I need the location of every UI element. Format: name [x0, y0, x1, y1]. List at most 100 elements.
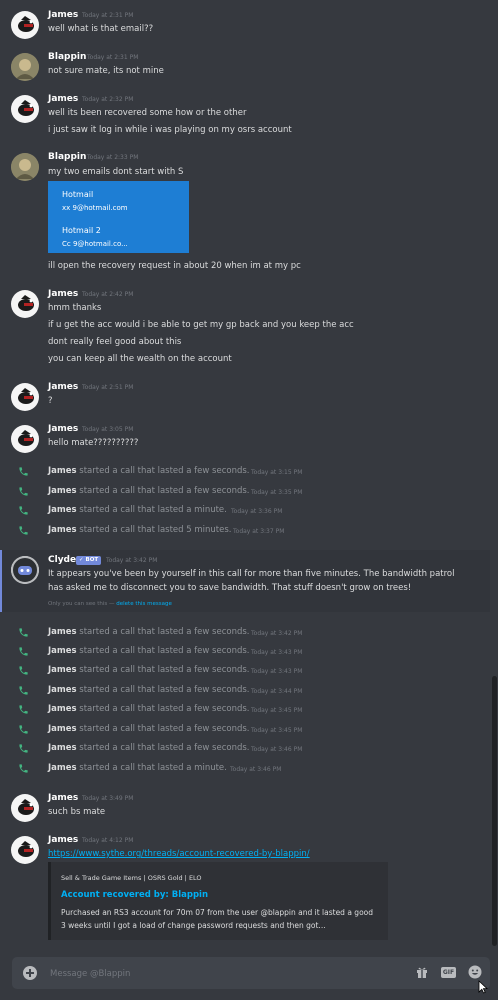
phone-icon — [19, 686, 28, 695]
clyde-avatar[interactable] — [11, 556, 39, 584]
phone-icon — [19, 725, 28, 734]
message-composer: GIF — [12, 957, 490, 989]
timestamp: Today at 3:05 PM — [82, 426, 134, 433]
author-name[interactable]: James — [48, 793, 78, 803]
message-text: hello mate?????????? — [48, 438, 139, 448]
call-author[interactable]: James — [48, 525, 77, 535]
message-text: ill open the recovery request in about 2… — [48, 261, 301, 271]
timestamp: Today at 3:46 PM — [230, 766, 282, 773]
gift-icon[interactable] — [416, 966, 428, 978]
phone-icon — [19, 526, 28, 535]
timestamp: Today at 3:44 PM — [251, 688, 303, 695]
call-text: started a call that lasted a few seconds… — [79, 466, 250, 476]
call-author[interactable]: James — [48, 627, 77, 637]
call-author[interactable]: James — [48, 685, 77, 695]
timestamp: Today at 3:37 PM — [233, 528, 285, 535]
gif-button[interactable]: GIF — [441, 967, 456, 978]
mouse-cursor-icon — [478, 980, 488, 994]
call-event: James started a call that lasted a few s… — [0, 721, 490, 739]
timestamp: Today at 2:31 PM — [87, 54, 139, 61]
call-text: started a call that lasted a few seconds… — [79, 486, 250, 496]
call-text: started a call that lasted a few seconds… — [79, 646, 250, 656]
timestamp: Today at 3:42 PM — [251, 630, 303, 637]
call-text: started a call that lasted a few seconds… — [79, 724, 250, 734]
phone-icon — [19, 467, 28, 476]
phone-icon — [19, 628, 28, 637]
author-name[interactable]: James — [48, 835, 78, 845]
avatar[interactable] — [11, 95, 39, 123]
account-email: xx 9@hotmail.com — [62, 204, 128, 212]
author-name[interactable]: Blappin — [48, 52, 86, 62]
avatar[interactable] — [11, 425, 39, 453]
avatar[interactable] — [11, 836, 39, 864]
thread-link[interactable]: https://www.sythe.org/threads/account-re… — [48, 849, 310, 859]
call-text: started a call that lasted a few seconds… — [79, 685, 250, 695]
author-name[interactable]: Blappin — [48, 152, 86, 162]
call-author[interactable]: James — [48, 763, 77, 773]
message-text: i just saw it log in while i was playing… — [48, 125, 292, 135]
emoji-icon[interactable] — [468, 965, 482, 979]
timestamp: Today at 2:31 PM — [82, 12, 134, 19]
timestamp: Today at 2:51 PM — [82, 384, 134, 391]
author-name[interactable]: Clyde — [48, 555, 76, 565]
author-name[interactable]: James — [48, 382, 78, 392]
call-event: James started a call that lasted a minut… — [0, 760, 490, 778]
link-embed: Sell & Trade Game Items | OSRS Gold | EL… — [48, 862, 388, 940]
email-screenshot-image[interactable]: Hotmail xx 9@hotmail.com Hotmail 2 Cc 9@… — [48, 181, 189, 253]
author-name[interactable]: James — [48, 289, 78, 299]
call-author[interactable]: James — [48, 724, 77, 734]
scrollbar[interactable] — [492, 676, 497, 946]
timestamp: Today at 3:45 PM — [251, 727, 303, 734]
call-event: James started a call that lasted 5 minut… — [0, 522, 490, 540]
author-name[interactable]: James — [48, 10, 78, 20]
call-event: James started a call that lasted a few s… — [0, 740, 490, 758]
timestamp: Today at 3:15 PM — [251, 469, 303, 476]
delete-message-link[interactable]: delete this message — [116, 601, 172, 607]
timestamp: Today at 3:43 PM — [251, 668, 303, 675]
call-event: James started a call that lasted a few s… — [0, 662, 490, 680]
embed-title[interactable]: Account recovered by: Blappin — [61, 890, 208, 900]
call-text: started a call that lasted a few seconds… — [79, 743, 250, 753]
call-text: started a call that lasted 5 minutes. — [79, 525, 232, 535]
call-author[interactable]: James — [48, 466, 77, 476]
call-author[interactable]: James — [48, 665, 77, 675]
timestamp: Today at 3:45 PM — [251, 707, 303, 714]
timestamp: Today at 3:36 PM — [231, 508, 283, 515]
avatar[interactable] — [11, 53, 39, 81]
avatar[interactable] — [11, 794, 39, 822]
message-text: has asked me to disconnect you to save b… — [48, 583, 412, 593]
embed-provider[interactable]: Sell & Trade Game Items | OSRS Gold | EL… — [61, 874, 202, 882]
avatar[interactable] — [11, 11, 39, 39]
call-author[interactable]: James — [48, 486, 77, 496]
phone-icon — [19, 647, 28, 656]
call-author[interactable]: James — [48, 646, 77, 656]
author-name[interactable]: James — [48, 94, 78, 104]
chat-messages[interactable]: James Today at 2:31 PM well what is that… — [0, 0, 490, 950]
phone-icon — [19, 506, 28, 515]
call-author[interactable]: James — [48, 704, 77, 714]
phone-icon — [19, 666, 28, 675]
message-text: not sure mate, its not mine — [48, 66, 164, 76]
message-text: if u get the acc would i be able to get … — [48, 320, 354, 330]
message-text: my two emails dont start with S — [48, 167, 184, 177]
embed-description: 3 weeks until I got a load of change pas… — [61, 921, 326, 930]
call-text: started a call that lasted a few seconds… — [79, 704, 250, 714]
phone-icon — [19, 705, 28, 714]
avatar[interactable] — [11, 290, 39, 318]
call-author[interactable]: James — [48, 505, 77, 515]
message-input[interactable] — [48, 965, 392, 983]
embed-description: Purchased an RS3 account for 70m 07 from… — [61, 908, 374, 917]
message-text: ? — [48, 396, 53, 406]
author-name[interactable]: James — [48, 424, 78, 434]
call-event: James started a call that lasted a few s… — [0, 643, 490, 661]
avatar[interactable] — [11, 153, 39, 181]
call-author[interactable]: James — [48, 743, 77, 753]
avatar[interactable] — [11, 383, 39, 411]
call-event: James started a call that lasted a few s… — [0, 483, 490, 501]
account-title: Hotmail — [62, 190, 94, 199]
message-text: It appears you've been by yourself in th… — [48, 569, 455, 579]
account-title: Hotmail 2 — [62, 226, 101, 235]
upload-plus-icon[interactable] — [23, 966, 37, 980]
timestamp: Today at 2:33 PM — [87, 154, 139, 161]
call-text: started a call that lasted a few seconds… — [79, 627, 250, 637]
